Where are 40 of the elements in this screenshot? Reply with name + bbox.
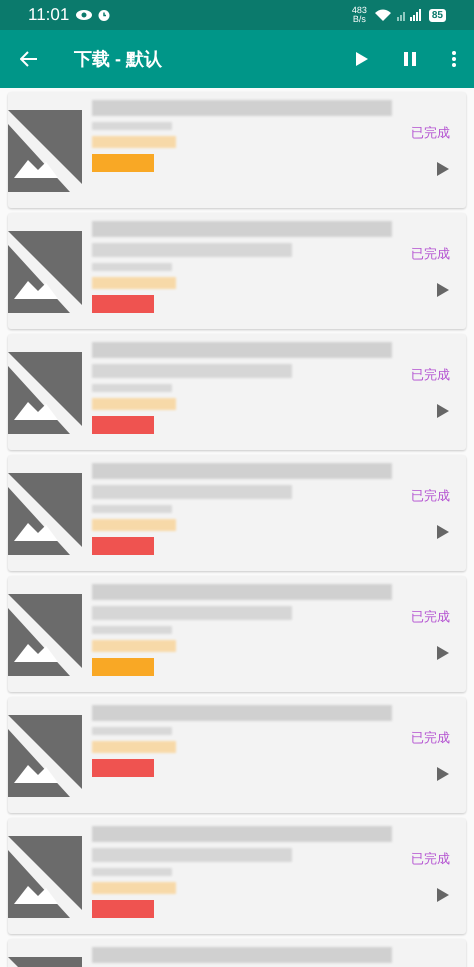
status-label: 已完成 [411,124,450,142]
play-icon [437,646,449,660]
status-label: 已完成 [411,487,450,506]
play-icon [437,524,449,539]
play-button[interactable] [436,282,450,298]
status-label: 已完成 [411,245,450,264]
back-arrow-icon [20,51,38,67]
download-card[interactable]: 已完成 [8,697,466,813]
play-button[interactable] [436,402,450,419]
download-card[interactable]: 已完成 [8,455,466,571]
play-button[interactable] [436,644,450,661]
status-label: 已完成 [411,729,450,748]
play-icon [437,766,449,781]
signal-icon [394,9,423,21]
status-label: 已完成 [411,366,450,384]
pause-icon [404,52,416,66]
download-card[interactable]: 已完成 [8,334,466,450]
status-label: 已完成 [411,608,450,626]
network-speed: 483 B/s [352,6,367,24]
download-card[interactable]: 已完成 [8,213,466,329]
play-button[interactable] [436,766,450,782]
download-card[interactable]: 已完成 [8,92,466,208]
battery-indicator: 85 [428,8,446,22]
play-icon [437,404,449,418]
more-icon [452,51,456,67]
play-button[interactable] [436,160,450,177]
download-card[interactable]: 已完成 [8,576,466,692]
clock-time: 11:01 [28,4,70,26]
play-icon [437,888,449,902]
download-card[interactable]: 已完成 [8,818,466,934]
play-icon [437,282,449,297]
status-label: 已完成 [411,850,450,868]
play-icon [437,162,449,176]
play-button[interactable] [436,524,450,540]
wifi-icon [374,9,391,21]
toolbar-title: 下载 - 默认 [74,48,163,70]
play-button[interactable] [436,886,450,903]
eye-icon [75,9,94,21]
alarm-icon [97,8,112,22]
play-icon [356,52,368,66]
